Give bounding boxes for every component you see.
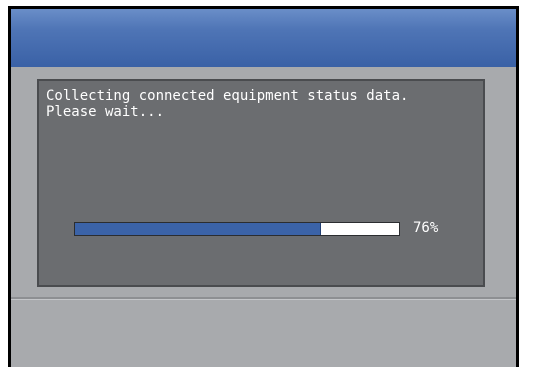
status-message-line-1: Collecting connected equipment status da… xyxy=(46,88,409,104)
progress-bar-fill xyxy=(75,223,322,235)
progress-dialog: Collecting connected equipment status da… xyxy=(37,79,485,287)
progress-percent: 76% xyxy=(413,220,439,236)
device-screen: Collecting connected equipment status da… xyxy=(8,6,519,367)
status-message-line-2: Please wait... xyxy=(46,104,165,120)
title-bar xyxy=(11,9,516,67)
main-area: Collecting connected equipment status da… xyxy=(11,67,516,367)
footer-divider-highlight xyxy=(11,299,516,300)
status-message: Collecting connected equipment status da… xyxy=(46,88,476,120)
progress-bar xyxy=(74,222,400,236)
